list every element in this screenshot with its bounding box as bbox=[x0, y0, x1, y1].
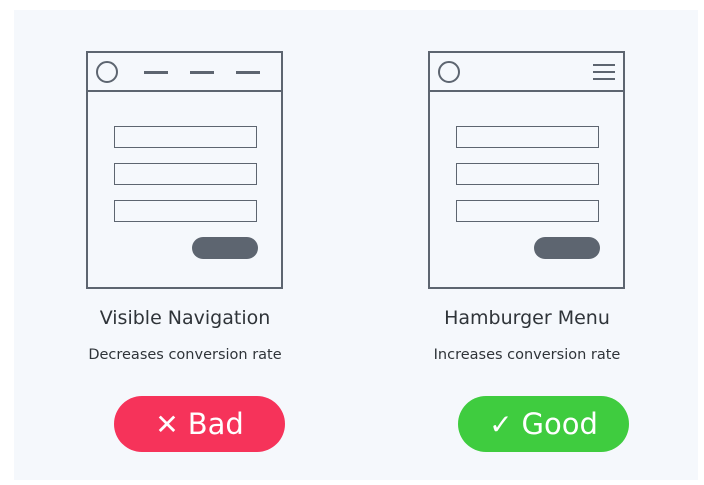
wireframe-header bbox=[430, 53, 623, 92]
bad-badge-label: Bad bbox=[187, 407, 244, 441]
hamburger-menu-title: Hamburger Menu bbox=[444, 307, 610, 329]
good-badge: ✓ Good bbox=[458, 396, 629, 452]
wireframe-input-field bbox=[456, 200, 599, 222]
checkmark-icon: ✓ bbox=[489, 407, 513, 441]
wireframe-input-field bbox=[114, 200, 257, 222]
hamburger-menu-subtitle: Increases conversion rate bbox=[433, 347, 621, 363]
visible-navigation-subtitle: Decreases conversion rate bbox=[88, 347, 282, 363]
visible-navigation-title: Visible Navigation bbox=[99, 307, 271, 329]
bad-badge: ✕ Bad bbox=[114, 396, 285, 452]
wireframe-header bbox=[88, 53, 281, 92]
wireframe-input-field bbox=[456, 163, 599, 185]
wireframe-submit-button bbox=[192, 237, 258, 259]
nav-link-dash bbox=[236, 71, 260, 74]
nav-link-dash bbox=[190, 71, 214, 74]
logo-circle-icon bbox=[96, 61, 118, 83]
hamburger-menu-wireframe bbox=[428, 51, 625, 289]
good-badge-label: Good bbox=[521, 407, 598, 441]
comparison-panel: Visible Navigation Decreases conversion … bbox=[14, 10, 698, 480]
hamburger-icon bbox=[593, 64, 615, 80]
wireframe-input-field bbox=[114, 126, 257, 148]
wireframe-input-field bbox=[456, 126, 599, 148]
wireframe-input-field bbox=[114, 163, 257, 185]
visible-navigation-wireframe bbox=[86, 51, 283, 289]
nav-link-dash bbox=[144, 71, 168, 74]
wireframe-submit-button bbox=[534, 237, 600, 259]
x-icon: ✕ bbox=[155, 407, 179, 441]
logo-circle-icon bbox=[438, 61, 460, 83]
